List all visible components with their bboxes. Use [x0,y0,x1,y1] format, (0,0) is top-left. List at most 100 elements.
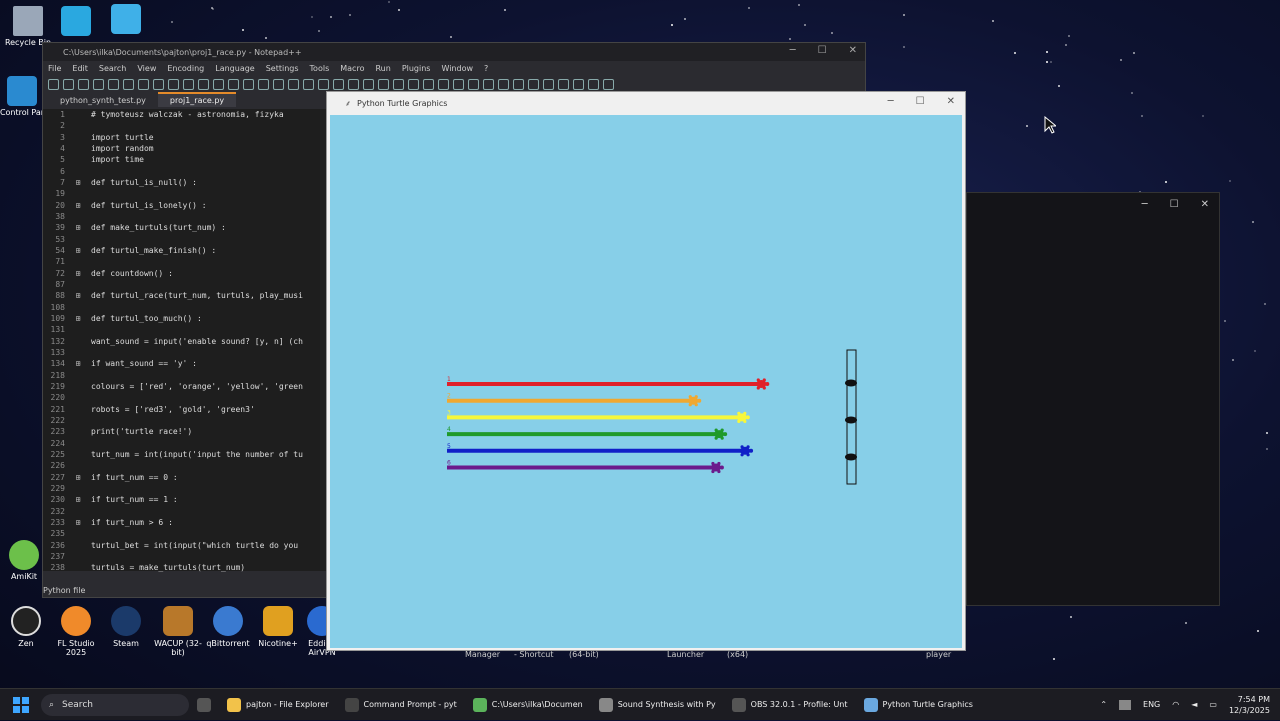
toolbar-button[interactable] [93,78,104,90]
code-line[interactable]: 131 [43,324,327,335]
toolbar-button[interactable] [513,78,524,90]
battery-icon[interactable]: ▭ [1209,700,1217,709]
code-line[interactable]: 232 [43,505,327,516]
code-line[interactable]: 2 [43,120,327,131]
code-line[interactable]: 222 [43,415,327,426]
toolbar-button[interactable] [243,78,254,90]
taskbar-app[interactable]: pajton - File Explorer [219,689,337,721]
taskbar-app[interactable]: C:\Users\ilka\Documen [465,689,591,721]
chevron-up-icon[interactable]: ⌃ [1100,700,1107,709]
code-line[interactable]: 38 [43,211,327,222]
close-icon[interactable]: ✕ [947,96,955,107]
code-line[interactable]: 221 robots = ['red3', 'gold', 'green3' [43,404,327,415]
tab-python-synth-test[interactable]: python_synth_test.py [48,94,158,107]
search-box[interactable]: ⌕ Search [41,693,189,716]
toolbar-button[interactable] [123,78,134,90]
taskbar-app[interactable]: Python Turtle Graphics [856,689,981,721]
code-line[interactable]: 238 turtuls = make_turtuls(turt_num) [43,562,327,573]
code-line[interactable]: 219 colours = ['red', 'orange', 'yellow',… [43,381,327,392]
taskbar-app[interactable]: Sound Synthesis with Py [591,689,724,721]
code-line[interactable]: 227 ⊞ if turt_num == 0 : [43,472,327,483]
code-line[interactable]: 225 turt_num = int(input('input the numbe… [43,449,327,460]
code-line[interactable]: 109 ⊞ def turtul_too_much() : [43,313,327,324]
desktop-icon-qbittorrent[interactable]: qBittorrent [202,606,254,648]
code-line[interactable]: 218 [43,370,327,381]
notepad-titlebar[interactable]: C:\Users\ilka\Documents\pajton\proj1_rac… [43,43,865,61]
menu-item[interactable]: Encoding [167,64,204,73]
code-line[interactable]: 134 ⊞ if want_sound == 'y' : [43,358,327,369]
wifi-icon[interactable]: ◠ [1172,700,1179,709]
close-icon[interactable]: ✕ [849,45,857,56]
code-line[interactable]: 230 ⊞ if turt_num == 1 : [43,494,327,505]
toolbar-button[interactable] [468,78,479,90]
fold-icon[interactable]: ⊞ [65,178,91,187]
fold-icon[interactable]: ⊞ [65,246,91,255]
code-line[interactable]: 223 print('turtle race!') [43,426,327,437]
code-line[interactable]: 235 [43,528,327,539]
toolbar-button[interactable] [138,78,149,90]
volume-icon[interactable]: ◄ [1191,700,1197,709]
code-line[interactable]: 88 ⊞ def turtul_race(turt_num, turtuls, pl… [43,290,327,301]
fold-icon[interactable]: ⊞ [65,518,91,527]
fold-icon[interactable]: ⊞ [65,473,91,482]
tab-proj1-race[interactable]: proj1_race.py [157,92,237,107]
toolbar-button[interactable] [108,78,119,90]
code-line[interactable]: 236 turtul_bet = int(input("which turtle … [43,539,327,550]
turtle-canvas[interactable]: 1 2 3 4 5 6 [330,115,962,648]
menu-item[interactable]: Window [441,64,473,73]
clock[interactable]: 7:54 PM 12/3/2025 [1229,694,1270,716]
desktop-icon-nicotine[interactable]: Nicotine+ [252,606,304,648]
menu-item[interactable]: Edit [72,64,88,73]
code-editor[interactable]: 1 # tymoteusz walczak - astronomia, fizyk… [43,109,327,573]
fold-icon[interactable]: ⊞ [65,291,91,300]
code-line[interactable]: 233 ⊞ if turt_num > 6 : [43,517,327,528]
code-line[interactable]: 53 [43,234,327,245]
toolbar-button[interactable] [63,78,74,90]
toolbar-button[interactable] [183,78,194,90]
menu-item[interactable]: Run [375,64,390,73]
menu-item[interactable]: View [137,64,156,73]
toolbar-button[interactable] [303,78,314,90]
code-line[interactable]: 133 [43,347,327,358]
code-line[interactable]: 226 [43,460,327,471]
fold-icon[interactable]: ⊞ [65,359,91,368]
taskbar-app[interactable]: OBS 32.0.1 - Profile: Unt [724,689,856,721]
console-window[interactable]: ─ ☐ ✕ [966,192,1220,606]
toolbar-button[interactable] [393,78,404,90]
toolbar-button[interactable] [588,78,599,90]
code-line[interactable]: 7 ⊞ def turtul_is_null() : [43,177,327,188]
toolbar-button[interactable] [438,78,449,90]
maximize-icon[interactable]: ☐ [1170,199,1179,211]
fold-icon[interactable]: ⊞ [65,269,91,278]
menu-item[interactable]: Tools [310,64,330,73]
minimize-icon[interactable]: ─ [1142,199,1148,211]
maximize-icon[interactable]: ☐ [818,45,827,56]
toolbar-button[interactable] [213,78,224,90]
code-line[interactable]: 1 # tymoteusz walczak - astronomia, fizyk… [43,109,327,120]
toolbar-button[interactable] [168,78,179,90]
code-line[interactable]: 39 ⊞ def make_turtuls(turt_num) : [43,222,327,233]
toolbar-button[interactable] [153,78,164,90]
toolbar-button[interactable] [333,78,344,90]
fold-icon[interactable]: ⊞ [65,314,91,323]
toolbar-button[interactable] [423,78,434,90]
code-line[interactable]: 3 import turtle [43,132,327,143]
taskbar-task-view[interactable] [189,689,219,721]
menu-item[interactable]: Language [215,64,254,73]
toolbar-button[interactable] [498,78,509,90]
code-line[interactable]: 87 [43,279,327,290]
toolbar-button[interactable] [228,78,239,90]
toolbar-button[interactable] [573,78,584,90]
tray-app-icon[interactable] [1119,699,1132,710]
minimize-icon[interactable]: ─ [790,45,796,56]
toolbar-button[interactable] [543,78,554,90]
toolbar-button[interactable] [528,78,539,90]
fold-icon[interactable]: ⊞ [65,495,91,504]
code-line[interactable]: 54 ⊞ def turtul_make_finish() : [43,245,327,256]
maximize-icon[interactable]: ☐ [916,96,925,107]
toolbar-button[interactable] [558,78,569,90]
toolbar-button[interactable] [48,78,59,90]
desktop-icon-steam[interactable]: Steam [100,606,152,648]
code-line[interactable]: 220 [43,392,327,403]
code-line[interactable]: 4 import random [43,143,327,154]
